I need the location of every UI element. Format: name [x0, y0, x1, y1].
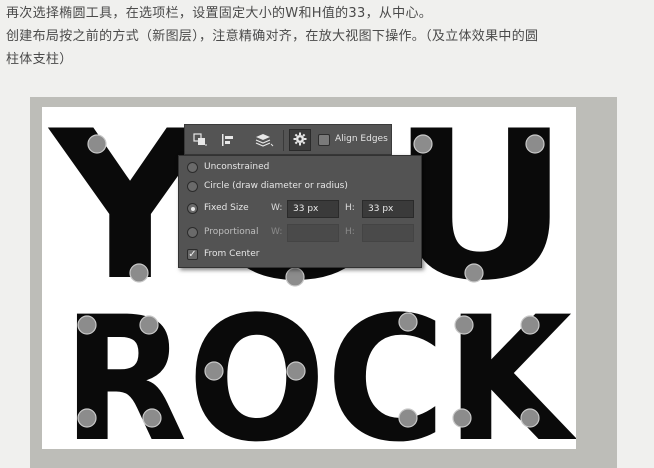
divider: [283, 130, 284, 151]
stud: [413, 134, 433, 154]
stud: [452, 408, 472, 428]
path-arrangement-button[interactable]: [251, 129, 277, 151]
gear-icon: [293, 131, 307, 150]
stud: [139, 315, 159, 335]
instruction-line-3: 柱体支柱）: [6, 52, 73, 67]
proportional-width-field[interactable]: [287, 224, 339, 242]
word-rock: ROCK: [62, 279, 576, 449]
fixed-size-label: Fixed Size: [204, 203, 249, 213]
height-label: H:: [345, 203, 355, 213]
stud: [520, 408, 540, 428]
stud: [77, 408, 97, 428]
path-arrangement-icon: [254, 132, 274, 148]
align-edges-checkbox[interactable]: [318, 134, 330, 146]
stud: [87, 134, 107, 154]
stud: [285, 267, 305, 287]
stud: [286, 361, 306, 381]
stud: [204, 361, 224, 381]
unconstrained-label: Unconstrained: [204, 162, 270, 172]
geometry-options-button[interactable]: [289, 129, 311, 151]
instruction-line-1: 再次选择椭圆工具，在选项栏，设置固定大小的W和H值的33，从中心。: [6, 6, 433, 21]
from-center-checkbox[interactable]: ✓: [187, 249, 198, 260]
options-bar: Align Edges: [184, 124, 392, 155]
stud: [142, 408, 162, 428]
circle-label: Circle (draw diameter or radius): [204, 181, 348, 191]
path-operations-icon: [193, 133, 207, 147]
height-field[interactable]: 33 px: [362, 200, 414, 218]
stud: [454, 315, 474, 335]
stud: [129, 263, 149, 283]
geometry-options-panel: Unconstrained Circle (draw diameter or r…: [178, 155, 422, 268]
stud: [77, 315, 97, 335]
proportional-radio[interactable]: [187, 227, 198, 238]
instruction-line-2: 创建布局按之前的方式（新图层），注意精确对齐，在放大视图下操作。（及立体效果中的…: [6, 29, 539, 44]
option-from-center[interactable]: ✓ From Center: [179, 245, 421, 265]
from-center-label: From Center: [204, 249, 260, 259]
option-proportional[interactable]: Proportional W: H:: [179, 223, 421, 243]
fixed-size-radio[interactable]: [187, 203, 198, 214]
instructions-text: 再次选择椭圆工具，在选项栏，设置固定大小的W和H值的33，从中心。 创建布局按之…: [6, 2, 650, 71]
stud: [398, 408, 418, 428]
proportional-height-label: H:: [345, 227, 355, 237]
align-edges-label: Align Edges: [335, 134, 388, 144]
stud: [464, 263, 484, 283]
option-unconstrained[interactable]: Unconstrained: [179, 158, 421, 178]
proportional-width-label: W:: [271, 227, 283, 237]
proportional-height-field[interactable]: [362, 224, 414, 242]
stud: [520, 315, 540, 335]
path-alignment-icon: [221, 133, 235, 147]
path-operations-button[interactable]: [189, 129, 211, 151]
option-fixed-size[interactable]: Fixed Size W: 33 px H: 33 px: [179, 199, 421, 219]
option-circle[interactable]: Circle (draw diameter or radius): [179, 177, 421, 197]
width-field[interactable]: 33 px: [287, 200, 339, 218]
width-label: W:: [271, 203, 283, 213]
circle-radio[interactable]: [187, 181, 198, 192]
proportional-label: Proportional: [204, 227, 259, 237]
stud: [525, 134, 545, 154]
path-alignment-button[interactable]: [217, 129, 239, 151]
stud: [398, 312, 418, 332]
unconstrained-radio[interactable]: [187, 162, 198, 173]
